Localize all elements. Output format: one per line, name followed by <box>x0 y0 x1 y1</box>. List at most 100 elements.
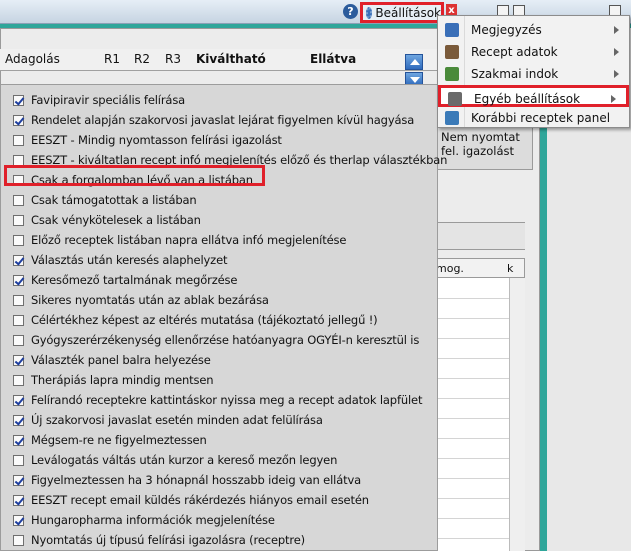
option-checkbox[interactable] <box>13 534 24 546</box>
grid-row-line <box>438 298 510 299</box>
option-checkbox[interactable] <box>13 414 24 426</box>
option-row[interactable]: Mégsem-re ne figyelmeztessen <box>13 430 207 450</box>
option-label: Figyelmeztessen ha 3 hónapnál hosszabb i… <box>31 473 361 487</box>
grid-row-line <box>438 438 510 439</box>
option-label: Gyógyszerérzékenység ellenőrzése hatóany… <box>31 333 420 347</box>
column-ellatva[interactable]: Ellátva <box>310 52 356 66</box>
column-r3[interactable]: R3 <box>165 52 181 66</box>
settings-menu: Megjegyzés Recept adatok Szakmai indok Egyé… <box>437 15 630 128</box>
grid-row-line <box>438 498 510 499</box>
option-row[interactable]: Therápiás lapra mindig mentsen <box>13 370 214 390</box>
option-row[interactable]: Leválogatás váltás után kurzor a kereső … <box>13 450 337 470</box>
grid-column-k[interactable]: k <box>507 262 513 275</box>
menu-item-label: Korábbi receptek panel <box>471 111 611 125</box>
grid-scrollbar[interactable] <box>509 278 525 551</box>
no-print-button[interactable]: Nem nyomtat fel. igazolást <box>437 125 533 170</box>
option-row[interactable]: Hungaropharma információk megjelenítése <box>13 510 275 530</box>
option-row[interactable]: Nyomtatás új típusú felírási igazolásra … <box>13 530 305 550</box>
submenu-arrow-icon <box>614 26 619 34</box>
option-label: EESZT recept email küldés rákérdezés hiá… <box>31 493 369 507</box>
option-checkbox[interactable] <box>13 334 24 346</box>
option-label: Keresőmező tartalmának megőrzése <box>31 273 238 287</box>
option-checkbox[interactable] <box>13 474 24 486</box>
gear-icon <box>366 7 373 19</box>
column-adagolas[interactable]: Adagolás <box>5 52 60 66</box>
option-row[interactable]: Célértékhez képest az eltérés mutatása (… <box>13 310 378 330</box>
menu-item-label: Egyéb beállítások <box>474 92 581 106</box>
option-checkbox[interactable] <box>13 494 24 506</box>
option-checkbox[interactable] <box>13 434 24 446</box>
option-checkbox[interactable] <box>13 314 24 326</box>
menu-item[interactable]: Korábbi receptek panel <box>438 107 629 129</box>
option-label: Előző receptek listában napra ellátva in… <box>31 233 347 247</box>
grid-row-line <box>438 418 510 419</box>
menu-item[interactable]: Egyéb beállítások <box>438 85 629 107</box>
grid-row-line <box>438 538 510 539</box>
option-checkbox[interactable] <box>13 114 24 126</box>
option-checkbox[interactable] <box>13 454 24 466</box>
tools-icon <box>448 92 462 106</box>
option-checkbox[interactable] <box>13 194 24 206</box>
help-icon[interactable]: ? <box>343 4 358 19</box>
option-label: Rendelet alapján szakorvosi javaslat lej… <box>31 113 415 127</box>
option-row[interactable]: Figyelmeztessen ha 3 hónapnál hosszabb i… <box>13 470 361 490</box>
option-checkbox[interactable] <box>13 234 24 246</box>
panel-icon <box>445 111 459 125</box>
option-row[interactable]: Felírandó receptekre kattintáskor nyissa… <box>13 390 422 410</box>
option-label: Választék panel balra helyezése <box>31 353 211 367</box>
option-checkbox[interactable] <box>13 354 24 366</box>
menu-item[interactable]: Szakmai indok <box>438 63 629 85</box>
option-row[interactable]: EESZT recept email küldés rákérdezés hiá… <box>13 490 369 510</box>
scroll-up-button[interactable] <box>405 54 423 70</box>
option-label: Csak támogatottak a listában <box>31 193 197 207</box>
grid-column-mog[interactable]: mog. <box>436 262 464 275</box>
column-r1[interactable]: R1 <box>104 52 120 66</box>
toolbar-strip <box>437 222 525 250</box>
menu-item[interactable]: Megjegyzés <box>438 19 629 41</box>
option-checkbox[interactable] <box>13 514 24 526</box>
option-row[interactable]: Új szakorvosi javaslat esetén minden ada… <box>13 410 323 430</box>
submenu-arrow-icon <box>611 95 616 103</box>
option-checkbox[interactable] <box>13 134 24 146</box>
recipe-icon <box>445 45 459 59</box>
option-row[interactable]: Gyógyszerérzékenység ellenőrzése hatóany… <box>13 330 419 350</box>
grid-row-line <box>438 398 510 399</box>
option-checkbox[interactable] <box>13 374 24 386</box>
option-checkbox[interactable] <box>13 254 24 266</box>
grid-row-line <box>438 358 510 359</box>
menu-item-label: Szakmai indok <box>471 67 559 81</box>
note-icon <box>445 23 459 37</box>
option-row[interactable]: Választás után keresés alaphelyzet <box>13 250 228 270</box>
option-row[interactable]: Csak vénykötelesek a listában <box>13 210 201 230</box>
options-checklist: Favipiravir speciális felírása Rendelet a… <box>0 84 447 551</box>
option-row[interactable]: Előző receptek listában napra ellátva in… <box>13 230 346 250</box>
option-row[interactable]: Csak támogatottak a listában <box>13 190 197 210</box>
option-label: Felírandó receptekre kattintáskor nyissa… <box>31 393 423 407</box>
option-row[interactable]: EESZT - Mindig nyomtasson felírási igazo… <box>13 130 282 150</box>
highlight-forgalomban <box>4 165 265 186</box>
option-label: Mégsem-re ne figyelmeztessen <box>31 433 207 447</box>
medical-icon <box>445 67 459 81</box>
option-label: Célértékhez képest az eltérés mutatása (… <box>31 313 378 327</box>
grid-row-line <box>438 458 510 459</box>
option-row[interactable]: Keresőmező tartalmának megőrzése <box>13 270 237 290</box>
submenu-arrow-icon <box>614 70 619 78</box>
settings-button-label: Beállítások <box>375 6 441 20</box>
option-checkbox[interactable] <box>13 214 24 226</box>
column-kivalthato[interactable]: Kiváltható <box>196 52 266 66</box>
settings-button[interactable]: Beállítások <box>360 2 444 23</box>
option-row[interactable]: Rendelet alapján szakorvosi javaslat lej… <box>13 110 414 130</box>
option-label: Favipiravir speciális felírása <box>31 93 186 107</box>
option-checkbox[interactable] <box>13 154 24 166</box>
option-checkbox[interactable] <box>13 294 24 306</box>
column-header: Adagolás R1 R2 R3 Kiváltható Ellátva <box>0 49 440 71</box>
option-row[interactable]: Favipiravir speciális felírása <box>13 90 185 110</box>
option-row[interactable]: Sikeres nyomtatás után az ablak bezárása <box>13 290 269 310</box>
column-r2[interactable]: R2 <box>134 52 150 66</box>
option-checkbox[interactable] <box>13 394 24 406</box>
option-row[interactable]: Választék panel balra helyezése <box>13 350 211 370</box>
option-checkbox[interactable] <box>13 94 24 106</box>
menu-item[interactable]: Recept adatok <box>438 41 629 63</box>
grid-row-line <box>438 378 510 379</box>
option-checkbox[interactable] <box>13 274 24 286</box>
